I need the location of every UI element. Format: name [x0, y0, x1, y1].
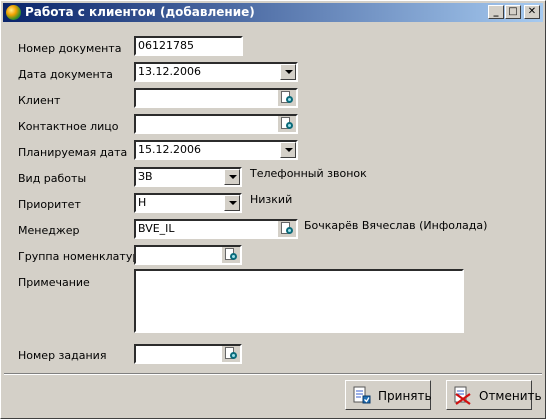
manager-input[interactable]: BVE_IL [134, 219, 298, 239]
priority-value: Н [138, 196, 147, 209]
contact-input[interactable] [134, 114, 298, 134]
work-type-select[interactable]: ЗВ [134, 167, 242, 187]
cancel-button-label: Отменить [479, 389, 542, 403]
planned-date-field[interactable]: 15.12.2006 [134, 140, 298, 160]
note-label: Примечание [18, 276, 90, 289]
chevron-down-icon[interactable] [280, 64, 296, 80]
work-type-value: ЗВ [138, 170, 153, 183]
lookup-icon[interactable] [278, 90, 296, 106]
title-bar[interactable]: Работа с клиентом (добавление) _ □ ✕ [3, 3, 543, 22]
document-check-icon [353, 386, 371, 404]
client-label: Клиент [18, 94, 61, 107]
doc-number-value: 06121785 [138, 39, 194, 52]
planned-date-value: 15.12.2006 [138, 143, 201, 156]
nomenclature-group-input[interactable] [134, 245, 242, 265]
task-number-input[interactable] [134, 344, 242, 364]
contact-label: Контактное лицо [18, 120, 119, 133]
accept-button[interactable]: Принять [345, 380, 432, 410]
manager-description: Бочкарёв Вячеслав (Инфолада) [304, 219, 488, 232]
doc-number-input[interactable]: 06121785 [134, 36, 243, 56]
close-button[interactable]: ✕ [524, 5, 540, 19]
work-type-description: Телефонный звонок [250, 167, 367, 180]
lookup-icon[interactable] [278, 221, 296, 237]
doc-date-field[interactable]: 13.12.2006 [134, 62, 298, 82]
client-input[interactable] [134, 88, 298, 108]
work-type-label: Вид работы [18, 172, 87, 185]
doc-date-value: 13.12.2006 [138, 65, 201, 78]
maximize-button[interactable]: □ [505, 5, 521, 19]
priority-label: Приоритет [18, 198, 81, 211]
accept-button-label: Принять [378, 389, 432, 403]
chevron-down-icon[interactable] [224, 195, 240, 211]
dialog-window: Работа с клиентом (добавление) _ □ ✕ Ном… [0, 0, 546, 419]
document-cancel-icon [454, 386, 471, 405]
manager-value: BVE_IL [138, 222, 175, 235]
footer-divider [4, 373, 542, 375]
lookup-icon[interactable] [222, 247, 240, 263]
manager-label: Менеджер [18, 224, 80, 237]
task-number-label: Номер задания [18, 349, 107, 362]
cancel-button[interactable]: Отменить [446, 380, 542, 410]
chevron-down-icon[interactable] [224, 169, 240, 185]
doc-number-label: Номер документа [18, 42, 122, 55]
note-textarea[interactable] [134, 269, 464, 333]
nomenclature-group-label: Группа номенклатуры [18, 250, 149, 263]
chevron-down-icon[interactable] [280, 142, 296, 158]
window-title: Работа с клиентом (добавление) [25, 5, 255, 19]
doc-date-label: Дата документа [18, 68, 113, 81]
priority-description: Низкий [250, 193, 293, 206]
planned-date-label: Планируемая дата [18, 146, 128, 159]
app-icon[interactable] [6, 5, 21, 20]
lookup-icon[interactable] [222, 346, 240, 362]
priority-select[interactable]: Н [134, 193, 242, 213]
lookup-icon[interactable] [278, 116, 296, 132]
minimize-button[interactable]: _ [488, 5, 504, 19]
